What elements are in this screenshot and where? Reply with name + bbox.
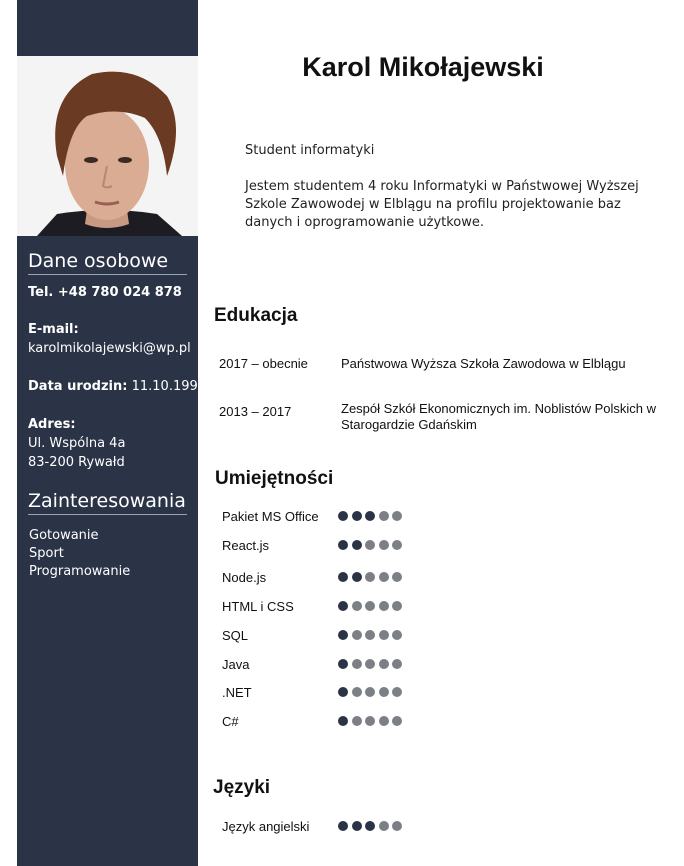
rating-dot-empty bbox=[392, 511, 402, 521]
rating-dot-empty bbox=[378, 540, 389, 550]
education-dates: 2017 – obecnie bbox=[219, 356, 308, 371]
rating-dot-filled bbox=[338, 601, 348, 611]
skill-rating bbox=[338, 716, 402, 727]
rating-dot-filled bbox=[365, 511, 375, 521]
interest-item: Gotowanie bbox=[29, 528, 99, 543]
address-line-2: 83-200 Rywałd bbox=[28, 455, 125, 470]
skill-rating bbox=[338, 540, 402, 551]
rating-dot-empty bbox=[351, 659, 362, 669]
rating-dot-empty bbox=[378, 601, 389, 611]
rating-dot-empty bbox=[392, 540, 402, 550]
profile-photo bbox=[17, 56, 198, 236]
rating-dot-empty bbox=[365, 687, 375, 697]
skill-name: Node.js bbox=[222, 570, 267, 585]
rating-dot-empty bbox=[351, 601, 362, 611]
skill-rating bbox=[338, 630, 402, 641]
rating-dot-filled bbox=[365, 821, 375, 831]
personal-data-heading: Dane osobowe bbox=[28, 249, 187, 275]
rating-dot-empty bbox=[351, 687, 362, 697]
education-school: Państwowa Wyższa Szkoła Zawodowa w Elblą… bbox=[341, 356, 626, 371]
language-name: Język angielski bbox=[222, 819, 310, 834]
rating-dot-empty bbox=[392, 601, 402, 611]
skill-name: Pakiet MS Office bbox=[222, 509, 319, 524]
rating-dot-empty bbox=[392, 821, 402, 831]
education-dates: 2013 – 2017 bbox=[219, 404, 292, 419]
rating-dot-empty bbox=[392, 687, 402, 697]
interests-heading: Zainteresowania bbox=[28, 489, 187, 515]
rating-dot-filled bbox=[351, 540, 362, 550]
rating-dot-empty bbox=[392, 630, 402, 640]
address-label: Adres: bbox=[28, 417, 76, 432]
rating-dot-filled bbox=[351, 572, 362, 582]
rating-dot-filled bbox=[338, 716, 348, 726]
rating-dot-empty bbox=[351, 630, 362, 640]
rating-dot-empty bbox=[378, 630, 389, 640]
interest-item: Programowanie bbox=[29, 564, 131, 579]
rating-dot-empty bbox=[378, 511, 389, 521]
skill-name: HTML i CSS bbox=[222, 599, 294, 614]
rating-dot-filled bbox=[338, 511, 348, 521]
rating-dot-filled bbox=[338, 540, 348, 550]
rating-dot-filled bbox=[338, 687, 348, 697]
address-line-1: Ul. Wspólna 4a bbox=[28, 436, 126, 451]
email-value: karolmikolajewski@wp.pl bbox=[28, 341, 191, 356]
skill-name: C# bbox=[222, 714, 239, 729]
rating-dot-empty bbox=[365, 630, 375, 640]
language-rating bbox=[338, 821, 402, 832]
rating-dot-empty bbox=[365, 601, 375, 611]
rating-dot-filled bbox=[338, 572, 348, 582]
rating-dot-empty bbox=[378, 687, 389, 697]
rating-dot-empty bbox=[392, 572, 402, 582]
skill-name: Java bbox=[222, 657, 250, 672]
rating-dot-filled bbox=[351, 511, 362, 521]
skill-name: React.js bbox=[222, 538, 269, 553]
education-heading: Edukacja bbox=[214, 305, 298, 326]
rating-dot-empty bbox=[365, 572, 375, 582]
rating-dot-filled bbox=[338, 659, 348, 669]
rating-dot-empty bbox=[365, 540, 375, 550]
role: Student informatyki bbox=[245, 143, 375, 158]
phone: Tel. +48 780 024 878 bbox=[28, 285, 182, 300]
skill-rating bbox=[338, 601, 402, 612]
bio-line: Szkole Zawowodej w Elblągu na profilu pr… bbox=[245, 197, 621, 212]
skills-heading: Umiejętności bbox=[215, 468, 334, 489]
rating-dot-empty bbox=[392, 659, 402, 669]
full-name: Karol Mikołajewski bbox=[302, 52, 544, 82]
skill-rating bbox=[338, 511, 402, 522]
bio-line: Jestem studentem 4 roku Informatyki w Pa… bbox=[245, 179, 639, 194]
rating-dot-empty bbox=[392, 716, 402, 726]
skill-name: SQL bbox=[222, 628, 249, 643]
bio-line: danych i oprogramowanie użytkowe. bbox=[245, 215, 485, 230]
rating-dot-empty bbox=[378, 659, 389, 669]
rating-dot-filled bbox=[338, 821, 348, 831]
rating-dot-empty bbox=[378, 572, 389, 582]
skill-name: .NET bbox=[222, 685, 252, 700]
interest-item: Sport bbox=[29, 546, 64, 561]
rating-dot-filled bbox=[338, 630, 348, 640]
skill-rating bbox=[338, 687, 402, 698]
skill-rating bbox=[338, 659, 402, 670]
rating-dot-empty bbox=[365, 716, 375, 726]
rating-dot-empty bbox=[365, 659, 375, 669]
date-of-birth: Data urodzin: 11.10.1997 bbox=[28, 379, 207, 394]
languages-heading: Języki bbox=[213, 777, 271, 798]
rating-dot-empty bbox=[378, 716, 389, 726]
education-school: Zespół Szkół Ekonomicznych im. Noblistów… bbox=[341, 401, 656, 432]
skill-rating bbox=[338, 572, 402, 583]
rating-dot-empty bbox=[351, 716, 362, 726]
email-label: E-mail: bbox=[28, 322, 79, 337]
rating-dot-empty bbox=[378, 821, 389, 831]
rating-dot-filled bbox=[351, 821, 362, 831]
